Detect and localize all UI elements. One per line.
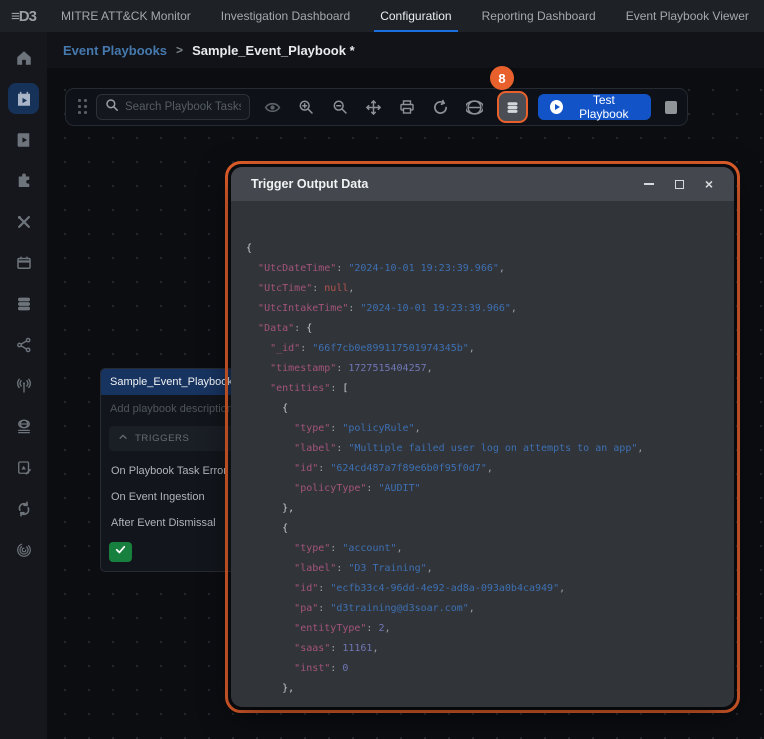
report-editor-icon[interactable]: [8, 452, 39, 483]
minimize-icon[interactable]: [638, 173, 660, 195]
json-line: "type": "policyRule",: [246, 419, 734, 439]
breadcrumb-separator: >: [176, 43, 183, 57]
nav-tab-event-playbook-viewer[interactable]: Event Playbook Viewer: [626, 0, 749, 32]
left-sidebar: [0, 32, 47, 739]
json-line: {: [246, 399, 734, 419]
nav-tab-configuration[interactable]: Configuration: [380, 0, 451, 32]
json-line: "UtcDateTime": "2024-10-01 19:23:39.966"…: [246, 259, 734, 279]
refresh-icon[interactable]: [429, 95, 452, 119]
json-line: "UtcTime": null,: [246, 279, 734, 299]
page-title: Sample_Event_Playbook *: [192, 43, 355, 58]
eye-icon[interactable]: [261, 95, 284, 119]
print-icon[interactable]: [396, 95, 419, 119]
nav-tab-investigation-dashboard[interactable]: Investigation Dashboard: [221, 0, 350, 32]
breadcrumb-section[interactable]: Event Playbooks: [63, 43, 167, 58]
trigger-output-modal: Trigger Output Data × { "UtcDateTime": "…: [231, 167, 734, 707]
json-line: {: [246, 519, 734, 539]
json-line: "pa": "d3training@d3soar.com",: [246, 599, 734, 619]
nav-tab-mitre-attack-monitor[interactable]: MITRE ATT&CK Monitor: [61, 0, 191, 32]
broadcast-icon[interactable]: [8, 370, 39, 401]
trigger-data-icon[interactable]: [497, 91, 527, 123]
data-management-icon[interactable]: [8, 288, 39, 319]
modal-body: { "UtcDateTime": "2024-10-01 19:23:39.96…: [231, 201, 734, 707]
schedule-icon[interactable]: [8, 247, 39, 278]
link-analysis-icon[interactable]: [8, 329, 39, 360]
search-input[interactable]: [125, 101, 241, 113]
json-line: "Data": {: [246, 319, 734, 339]
json-line: "timestamp": 1727515404257,: [246, 359, 734, 379]
json-line: "entities": [: [246, 379, 734, 399]
modal-titlebar[interactable]: Trigger Output Data ×: [231, 167, 734, 201]
chevron-up-icon: [118, 432, 128, 445]
home-icon[interactable]: [8, 42, 39, 73]
json-line: "id": "ecfb33c4-96dd-4e92-ad8a-093a0b4ca…: [246, 579, 734, 599]
zoom-in-icon[interactable]: [295, 95, 318, 119]
json-line: "policyType": "AUDIT": [246, 479, 734, 499]
json-line: "label": "Multiple failed user log on at…: [246, 439, 734, 459]
json-line: "saas": 11161,: [246, 639, 734, 659]
nav-tab-reporting-dashboard[interactable]: Reporting Dashboard: [482, 0, 596, 32]
json-line: "_id": "66f7cb0e899117501974345b",: [246, 339, 734, 359]
close-icon[interactable]: ×: [698, 173, 720, 195]
json-line: "inst": 0: [246, 659, 734, 679]
modal-title: Trigger Output Data: [251, 177, 630, 191]
play-icon: [550, 100, 563, 114]
playbook-canvas[interactable]: Test Playbook 8 Sample_Event_Playbook Ad…: [47, 68, 764, 739]
fingerprint-icon[interactable]: [8, 534, 39, 565]
json-line: "id": "624cd487a7f89e6b0f95f0d7",: [246, 459, 734, 479]
json-line: "label": "D3 Training",: [246, 559, 734, 579]
test-playbook-button[interactable]: Test Playbook: [538, 94, 651, 120]
playbook-library-icon[interactable]: [8, 124, 39, 155]
globe-icon[interactable]: [463, 95, 486, 119]
playbook-toolbar: Test Playbook: [65, 88, 688, 126]
annotation-badge: 8: [490, 66, 514, 90]
stop-icon[interactable]: [665, 101, 677, 114]
search-box[interactable]: [96, 94, 250, 120]
utility-commands-icon[interactable]: [8, 206, 39, 237]
json-line: "UtcIntakeTime": "2024-10-01 19:23:39.96…: [246, 299, 734, 319]
pan-icon[interactable]: [362, 95, 385, 119]
global-lists-icon[interactable]: [8, 411, 39, 442]
json-line: "entityType": 2,: [246, 619, 734, 639]
json-line: },: [246, 679, 734, 699]
search-icon: [105, 98, 119, 117]
json-line: {: [246, 239, 734, 259]
breadcrumb: Event Playbooks > Sample_Event_Playbook …: [47, 32, 764, 68]
check-icon: [114, 543, 127, 561]
zoom-out-icon[interactable]: [329, 95, 352, 119]
integrations-icon[interactable]: [8, 165, 39, 196]
d3-logo: ≡D3: [0, 0, 47, 32]
top-nav: ≡D3 MITRE ATT&CK Monitor Investigation D…: [0, 0, 764, 32]
event-playbook-icon[interactable]: [8, 83, 39, 114]
json-line: },: [246, 499, 734, 519]
nav-tabs: MITRE ATT&CK Monitor Investigation Dashb…: [47, 0, 749, 32]
json-line: "type": "account",: [246, 539, 734, 559]
drag-handle[interactable]: [78, 99, 88, 115]
confirm-check-button[interactable]: [109, 542, 132, 562]
maximize-icon[interactable]: [668, 173, 690, 195]
sync-icon[interactable]: [8, 493, 39, 524]
json-output: { "UtcDateTime": "2024-10-01 19:23:39.96…: [246, 239, 734, 699]
annotation-highlight-ring: Trigger Output Data × { "UtcDateTime": "…: [225, 161, 740, 713]
